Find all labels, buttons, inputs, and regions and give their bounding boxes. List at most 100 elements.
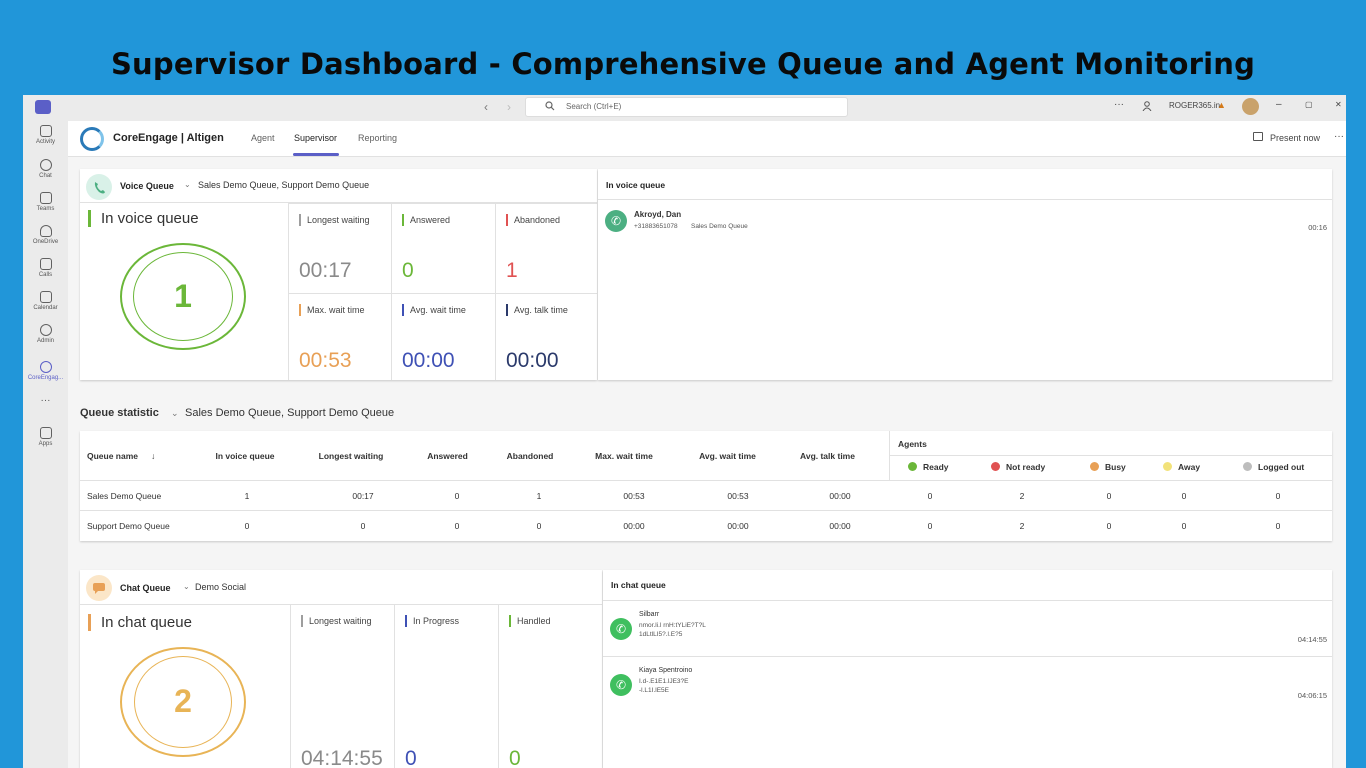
present-now-button[interactable]: Present now [1270,133,1320,143]
stat-label: Longest waiting [299,214,370,226]
rail-item-calls[interactable]: Calls [23,258,68,278]
agent-state-logged-out: Logged out [1243,462,1304,472]
stat-abandoned: Abandoned 1 [495,203,597,293]
rail-label: Activity [35,139,55,145]
forward-arrow-icon[interactable]: › [507,100,511,114]
rail-item-calendar[interactable]: Calendar [23,291,68,311]
cell-logged-out: 0 [1275,491,1281,501]
warning-icon: ▲ [1217,100,1226,110]
cell: 0 [536,521,542,531]
list-item[interactable]: ✆ Akroyd, Dan +31883651078 Sales Demo Qu… [598,201,1332,241]
list-item[interactable]: ✆ Kiaya Spentroino I.d-.E1E1.lJE3?E -l.L… [603,658,1332,713]
app-header: CoreEngage | Altigen Agent Supervisor Re… [68,121,1346,157]
col-queue-name[interactable]: Queue name [87,451,138,461]
caller-number: +31883651078 [634,223,678,230]
agent-state-label: Not ready [1006,462,1046,472]
people-icon[interactable] [1142,101,1152,111]
cell-not-ready: 2 [1019,491,1025,501]
cell: 0 [454,521,460,531]
cell-queue-name: Sales Demo Queue [87,491,162,501]
chat-bubble-icon [93,583,105,594]
stat-answered: Answered 0 [391,203,495,293]
chevron-down-icon[interactable]: ⌄ [171,408,179,419]
phone-icon [94,182,105,194]
stat-value: 00:17 [299,259,352,282]
stat-avg-wait-time: Avg. wait time 00:00 [391,293,495,380]
rail-item-apps[interactable]: Apps [23,427,68,447]
rail-item-admin[interactable]: Admin [23,324,68,344]
col-abandoned: Abandoned [506,451,554,461]
queue-statistic-selector[interactable]: Sales Demo Queue, Support Demo Queue [185,407,394,419]
tab-reporting[interactable]: Reporting [358,133,397,143]
more-icon: ··· [40,395,51,406]
agent-state-label: Busy [1105,462,1126,472]
stat-label: Abandoned [506,214,560,226]
rail-item-coreengage[interactable]: CoreEngag... [23,361,68,381]
coreengage-logo-icon [80,127,104,151]
chat-queue-header: Chat Queue ⌄ Demo Social [80,570,602,605]
more-options-icon[interactable]: ··· [1114,99,1124,110]
account-name[interactable]: ROGER365.in [1169,101,1220,110]
chevron-down-icon[interactable]: ⌄ [183,582,190,591]
caller-name: Akroyd, Dan [634,210,682,219]
apps-icon [39,427,52,439]
rail-item-onedrive[interactable]: OneDrive [23,225,68,245]
active-tab-indicator [293,153,339,156]
stat-label: Avg. talk time [506,304,568,316]
chat-queue-icon [86,575,112,601]
stat-longest-waiting: Longest waiting 00:17 [288,203,391,293]
chevron-down-icon[interactable]: ⌄ [184,180,191,189]
avatar[interactable] [1242,98,1259,115]
rail-item-teams[interactable]: Teams [23,192,68,212]
cell: 00:17 [352,491,374,501]
rail-item-chat[interactable]: Chat [23,159,68,179]
cell: 00:00 [829,521,851,531]
stat-value: 1 [506,259,518,282]
col-avg-wait-time: Avg. wait time [699,451,756,461]
table-row[interactable]: Support Demo Queue 0 0 0 0 00:00 00:00 0… [80,511,1332,541]
maximize-button[interactable]: ▢ [1305,100,1313,109]
agent-state-not-ready: Not ready [991,462,1045,472]
stat-chat-handled: Handled 0 [498,605,602,768]
app-more-icon[interactable]: ··· [1334,131,1344,142]
agent-state-busy: Busy [1090,462,1126,472]
cell-queue-name: Support Demo Queue [87,521,170,531]
rail-more-button[interactable]: ··· [23,395,68,406]
agents-title: Agents [898,439,927,449]
rail-item-activity[interactable]: Activity [23,125,68,145]
tab-agent[interactable]: Agent [251,133,275,143]
stat-max-wait-time: Max. wait time 00:53 [288,293,391,380]
teams-logo-icon [35,100,51,114]
tab-supervisor[interactable]: Supervisor [294,133,337,143]
cloud-icon [39,225,52,237]
cell-not-ready: 2 [1019,521,1025,531]
search-input[interactable]: Search (Ctrl+E) [525,97,848,117]
minimize-button[interactable]: – [1276,99,1282,110]
chat-line-1: nmor.li.l rnH:tYLiE?T?L [639,622,706,629]
queue-statistic-title: Queue statistic [80,407,159,419]
chat-line-2: -l.L1I.lE5E [639,687,669,694]
voice-queue-title: Voice Queue [120,181,174,191]
cell-logged-out: 0 [1275,521,1281,531]
col-max-wait-time: Max. wait time [595,451,653,461]
cell-away: 0 [1181,491,1187,501]
close-button[interactable]: ✕ [1335,100,1342,109]
chat-queue-selector[interactable]: Demo Social [195,582,246,592]
cell: 0 [454,491,460,501]
cell: 1 [244,491,250,501]
voice-queue-selector[interactable]: Sales Demo Queue, Support Demo Queue [198,180,369,190]
table-row[interactable]: Sales Demo Queue 1 00:17 0 1 00:53 00:53… [80,481,1332,511]
not-ready-dot-icon [991,462,1000,471]
sort-down-icon[interactable]: ↓ [151,451,155,461]
admin-icon [39,324,52,336]
whatsapp-icon: ✆ [610,674,632,696]
stat-value: 00:53 [299,349,352,372]
list-item[interactable]: ✆ Silbarr nmor.li.l rnH:tYLiE?T?L 1dLtlL… [603,602,1332,657]
cell-ready: 0 [927,491,933,501]
in-chat-queue-count: 2 [174,683,192,719]
phone-icon: ✆ [605,210,627,232]
in-voice-queue-label: In voice queue [88,210,199,227]
rail-label: Apps [38,441,53,447]
col-longest-waiting: Longest waiting [318,451,384,461]
back-arrow-icon[interactable]: ‹ [484,100,488,114]
